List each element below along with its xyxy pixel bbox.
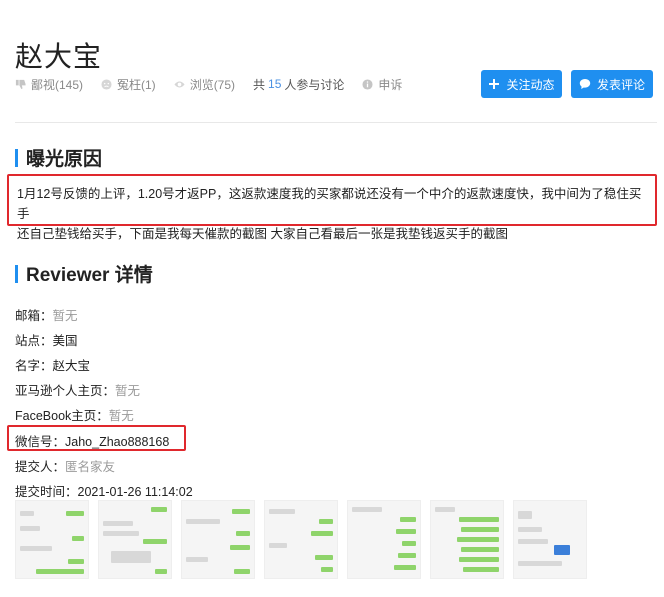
amazon-value: 暂无 xyxy=(115,384,141,398)
submitter-label: 提交人： xyxy=(15,460,66,474)
eye-icon xyxy=(174,81,185,87)
name-label: 名字： xyxy=(15,359,53,373)
submitter-value: 匿名家友 xyxy=(65,460,116,474)
amazon-label: 亚马逊个人主页： xyxy=(15,384,116,398)
chat-screenshot-thumb[interactable] xyxy=(513,500,587,579)
appeal-label: 申诉 xyxy=(378,77,403,92)
discuss-prefix: 共 xyxy=(253,77,266,92)
discuss-suffix: 人参与讨论 xyxy=(284,77,345,92)
info-icon xyxy=(362,78,373,90)
chat-screenshot-thumb[interactable] xyxy=(15,500,89,579)
submit-time-row: 提交时间：2021-01-26 11:14:02 xyxy=(15,481,193,500)
heading-accent-bar xyxy=(15,264,18,283)
submitter-row: 提交人：匿名家友 xyxy=(15,456,115,475)
follow-label: 关注动态 xyxy=(506,77,555,92)
email-value: 暂无 xyxy=(52,309,78,323)
views-count: 浏览(75) xyxy=(189,77,236,92)
name-value: 赵大宝 xyxy=(52,359,91,373)
expose-count: 鄙视(145) xyxy=(31,77,84,92)
amazon-row: 亚马逊个人主页：暂无 xyxy=(15,380,140,399)
reviewer-heading: Reviewer 详情 xyxy=(15,260,153,287)
header-divider xyxy=(15,122,657,123)
views-stat: 浏览(75) xyxy=(174,76,235,93)
plus-icon xyxy=(489,79,500,89)
page-title: 赵大宝 xyxy=(15,40,103,72)
follow-button[interactable]: 关注动态 xyxy=(481,70,562,98)
site-row: 站点：美国 xyxy=(15,330,78,349)
facebook-label: FaceBook主页： xyxy=(15,409,109,423)
thumbs-down-icon xyxy=(15,79,26,89)
discuss-count: 15 xyxy=(268,77,282,91)
chat-bubble-icon xyxy=(579,79,591,89)
email-row: 邮箱：暂无 xyxy=(15,305,78,324)
expose-stat[interactable]: 鄙视(145) xyxy=(15,76,83,93)
wechat-value: Jaho_Zhao888168 xyxy=(65,435,170,449)
reason-text-line2: 还自己垫钱给买手，下面是我每天催款的截图 大家自己看最后一张是我垫钱返买手的截图 xyxy=(17,227,508,241)
unjust-stat[interactable]: 冤枉(1) xyxy=(101,76,156,93)
chat-screenshot-thumb[interactable] xyxy=(98,500,172,579)
reason-text-line1: 1月12号反馈的上评，1.20号才返PP，这返款速度我的买家都说还没有一个中介的… xyxy=(17,187,642,221)
chat-screenshot-thumb[interactable] xyxy=(181,500,255,579)
sad-face-icon xyxy=(101,78,112,90)
stats-bar: 鄙视(145) 冤枉(1) 浏览(75) 共 15 人参与讨论 申诉 xyxy=(15,75,420,93)
comment-label: 发表评论 xyxy=(596,77,645,92)
screenshot-gallery xyxy=(15,500,596,579)
unjust-count: 冤枉(1) xyxy=(117,77,156,92)
facebook-row: FaceBook主页：暂无 xyxy=(15,405,134,424)
email-label: 邮箱： xyxy=(15,309,53,323)
facebook-value: 暂无 xyxy=(108,409,134,423)
reason-title: 曝光原因 xyxy=(26,149,103,170)
chat-screenshot-thumb[interactable] xyxy=(430,500,504,579)
heading-accent-bar xyxy=(15,148,18,167)
wechat-row: 微信号：Jaho_Zhao888168 xyxy=(15,431,169,450)
chat-screenshot-thumb[interactable] xyxy=(347,500,421,579)
discuss-stat: 共 15 人参与讨论 xyxy=(253,76,344,93)
name-row: 名字：赵大宝 xyxy=(15,355,90,374)
wechat-label: 微信号： xyxy=(15,435,66,449)
site-label: 站点： xyxy=(15,334,53,348)
submit-time-label: 提交时间： xyxy=(15,485,78,499)
appeal-link[interactable]: 申诉 xyxy=(362,76,402,93)
submit-time-value: 2021-01-26 11:14:02 xyxy=(77,485,193,499)
reason-heading: 曝光原因 xyxy=(15,144,102,171)
chat-screenshot-thumb[interactable] xyxy=(264,500,338,579)
reason-highlight-box: 1月12号反馈的上评，1.20号才返PP，这返款速度我的买家都说还没有一个中介的… xyxy=(7,174,657,241)
site-value: 美国 xyxy=(52,334,78,348)
comment-button[interactable]: 发表评论 xyxy=(571,70,653,98)
reviewer-title: Reviewer 详情 xyxy=(26,265,153,286)
